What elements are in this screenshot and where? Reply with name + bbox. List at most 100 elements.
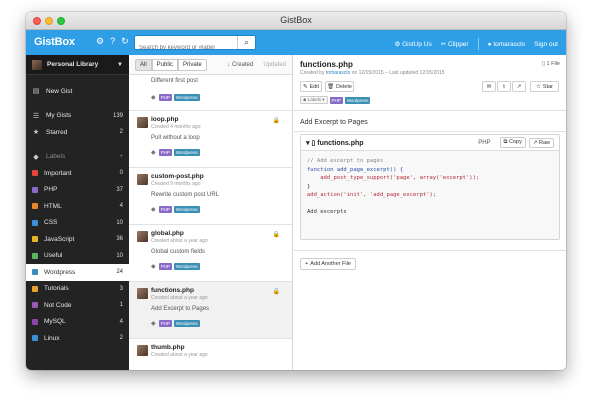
gist-tags: ◆ PHP Wordpress	[151, 263, 200, 270]
refresh-icon[interactable]: ↻	[121, 36, 129, 47]
app-logo[interactable]: GistBox	[34, 36, 75, 48]
tag-badge[interactable]: Wordpress	[173, 94, 200, 101]
tag-badge[interactable]: PHP	[158, 206, 172, 213]
gistup-link[interactable]: ⚙ GistUp Us	[394, 40, 431, 48]
pencil-icon: ✎	[302, 83, 308, 90]
window-title: GistBox	[280, 15, 312, 25]
label-color-swatch	[32, 203, 38, 210]
gist-description: Different first post	[151, 78, 198, 84]
sidebar-item-important[interactable]: Important 0	[26, 165, 129, 182]
tab-private[interactable]: Private	[178, 58, 207, 71]
code-block[interactable]: // Add excerpt to pages function add_pag…	[301, 151, 559, 239]
caret-down-icon[interactable]: ▾	[306, 140, 310, 147]
tag-badge[interactable]: PHP	[158, 94, 172, 101]
signout-link[interactable]: Sign out	[534, 41, 558, 48]
gist-tags: ◆ PHP Wordpress	[151, 149, 200, 156]
tag-badge[interactable]: Wordpress	[173, 149, 200, 156]
search-icon: ⌕	[244, 38, 249, 47]
star-icon: ★	[32, 129, 40, 137]
labels-header: ◆ Labels +	[33, 153, 123, 161]
library-selector[interactable]: Personal Library ▼	[26, 55, 129, 75]
caret-down-icon: ▼	[117, 61, 123, 68]
labels-button[interactable]: ◆ Labels ▾	[300, 96, 328, 104]
list-item[interactable]: custom-post.php Created 9 months ago Rew…	[129, 168, 292, 225]
gist-detail: functions.php Created by tomarasclo on 1…	[294, 55, 566, 370]
file-header: ▾ ▯ functions.php PHP ⧉ Copy ↗ Raw	[301, 135, 559, 151]
library-name: Personal Library	[47, 61, 99, 68]
list-item[interactable]: Different first post ◆ PHP Wordpress	[129, 75, 292, 111]
edit-button[interactable]: ✎ Edit	[300, 81, 322, 92]
lock-icon: 🔒	[272, 232, 280, 238]
list-icon: ☰	[32, 112, 40, 120]
help-icon[interactable]: ?	[110, 36, 115, 47]
tag-badge[interactable]: Wordpress	[173, 320, 200, 327]
tag-icon: ◆	[151, 321, 156, 327]
label-color-swatch	[32, 302, 38, 309]
tag-badge[interactable]: PHP	[158, 263, 172, 270]
sidebar-item-javascript[interactable]: JavaScript 36	[26, 231, 129, 248]
sidebar-item-linux[interactable]: Linux 2	[26, 330, 129, 347]
sidebar-item-wordpress[interactable]: Wordpress 24	[26, 264, 129, 281]
envelope-icon: ✉	[486, 83, 492, 90]
label-color-swatch	[32, 170, 38, 177]
sidebar-item-new-gist[interactable]: ▤ New Gist	[26, 83, 129, 100]
tag-icon: ◆	[151, 264, 156, 270]
sidebar-item-php[interactable]: PHP 37	[26, 182, 129, 199]
tag-badge[interactable]: Wordpress	[173, 263, 200, 270]
gist-title: loop.php	[151, 116, 179, 123]
gist-description: Add Excerpt to Pages	[151, 306, 210, 312]
search-input[interactable]	[135, 41, 235, 55]
sidebar-item-tutorials[interactable]: Tutorials 3	[26, 281, 129, 298]
lock-icon: 🔒	[272, 289, 280, 295]
github-icon: ●	[487, 40, 492, 48]
gear-icon: ⚙	[394, 41, 401, 48]
add-file-button[interactable]: + Add Another File	[300, 258, 356, 270]
gist-description-field[interactable]: Add Excerpt to Pages	[300, 119, 368, 126]
divider	[294, 131, 566, 132]
sidebar-item-css[interactable]: CSS 10	[26, 215, 129, 232]
code-line: }	[307, 183, 311, 190]
document-icon: ▤	[32, 88, 40, 96]
email-button[interactable]: ✉	[482, 81, 496, 92]
tag-icon: ◆	[151, 150, 156, 156]
avatar	[137, 174, 148, 185]
tag-badge[interactable]: PHP	[158, 149, 172, 156]
tab-all[interactable]: All	[135, 58, 152, 71]
copy-button[interactable]: ⧉ Copy	[499, 137, 526, 148]
star-button[interactable]: ☆ Star	[530, 81, 559, 92]
list-item[interactable]: thumb.php Created about a year ago	[129, 339, 292, 370]
twitter-button[interactable]: t	[497, 81, 511, 92]
tag-badge[interactable]: PHP	[329, 96, 343, 104]
sort-created[interactable]: ↓ Created	[227, 62, 253, 68]
sidebar-item-useful[interactable]: Useful 10	[26, 248, 129, 265]
gist-tags: ◆ PHP Wordpress	[151, 320, 200, 327]
list-item-selected[interactable]: functions.php Created about a year ago 🔒…	[129, 282, 292, 339]
top-right-nav: ⚙ GistUp Us ✂ Clipper ● tomarasclo Sign …	[394, 38, 558, 50]
clipper-link[interactable]: ✂ Clipper	[441, 40, 469, 48]
author-link[interactable]: tomarasclo	[326, 70, 350, 76]
list-item[interactable]: loop.php Created 4 months ago 🔒 Pull wit…	[129, 111, 292, 168]
delete-button[interactable]: 🗑 Delete	[325, 81, 354, 92]
raw-button[interactable]: ↗ Raw	[528, 137, 554, 148]
tab-public[interactable]: Public	[151, 58, 179, 71]
sidebar-item-my-gists[interactable]: ☰ My Gists 139	[26, 108, 129, 125]
divider	[294, 110, 566, 111]
settings-icon[interactable]: ⚙	[96, 36, 104, 47]
sort-updated[interactable]: Updated	[263, 62, 286, 68]
search-button[interactable]: ⌕	[237, 36, 255, 49]
list-item[interactable]: global.php Created about a year ago 🔒 Gl…	[129, 225, 292, 282]
sidebar-item-mysql[interactable]: MySQL 4	[26, 314, 129, 331]
code-line: Add excerpts	[307, 209, 347, 215]
tag-badge[interactable]: Wordpress	[344, 96, 371, 104]
gist-detail-title: functions.php	[300, 60, 353, 69]
label-color-swatch	[32, 252, 38, 259]
user-link[interactable]: ● tomarasclo	[488, 41, 526, 48]
share-button[interactable]: ↗	[512, 81, 526, 92]
sidebar-item-not-code[interactable]: Not Code 1	[26, 297, 129, 314]
tag-badge[interactable]: PHP	[158, 320, 172, 327]
tag-badge[interactable]: Wordpress	[173, 206, 200, 213]
sidebar-item-starred[interactable]: ★ Starred 2	[26, 124, 129, 141]
add-label-icon[interactable]: +	[119, 153, 123, 160]
sidebar-item-html[interactable]: HTML 4	[26, 198, 129, 215]
gist-tags: ◆ PHP Wordpress	[151, 94, 200, 101]
